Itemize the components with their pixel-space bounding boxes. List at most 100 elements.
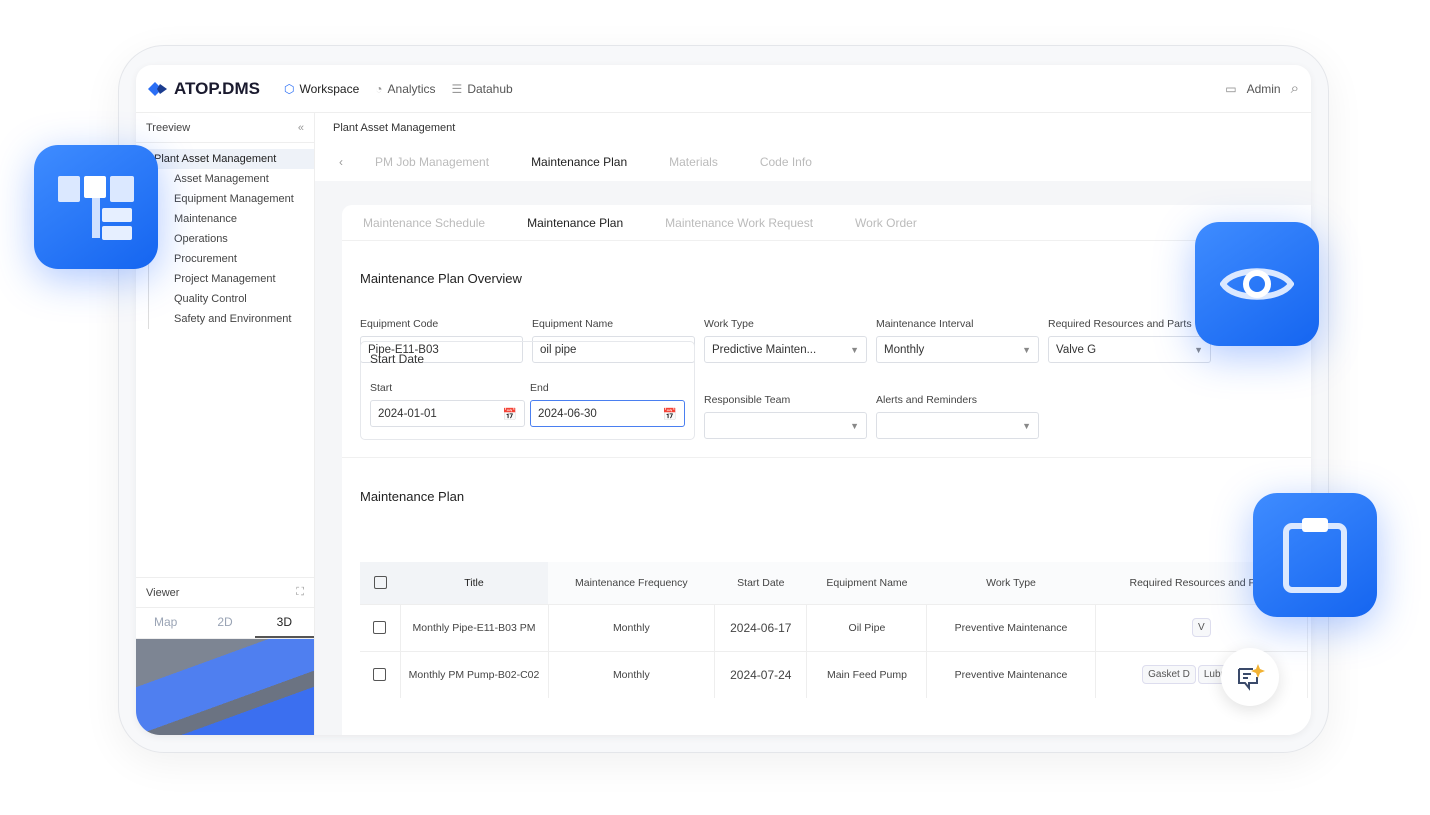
field-label: Responsible Team bbox=[704, 394, 791, 406]
field-label: Start bbox=[370, 382, 393, 394]
main-content: Plant Asset Management ‹ PM Job Manageme… bbox=[315, 113, 1311, 735]
eye-icon bbox=[1195, 222, 1319, 346]
tree-item[interactable]: Maintenance bbox=[148, 209, 314, 229]
tab-pm-job[interactable]: PM Job Management bbox=[375, 155, 489, 169]
cell-title: Monthly PM Pump-B02-C02 bbox=[400, 650, 549, 698]
field-label: Equipment Code bbox=[360, 318, 439, 330]
input-value: 2024-01-01 bbox=[378, 407, 437, 420]
tree-item[interactable]: Safety and Environment bbox=[148, 309, 314, 329]
field-label: Equipment Name bbox=[532, 318, 614, 330]
chevron-down-icon: ▼ bbox=[850, 420, 859, 431]
cell-equipment: Oil Pipe bbox=[806, 603, 928, 651]
col-work-type[interactable]: Work Type bbox=[926, 562, 1096, 604]
ai-chat-button[interactable] bbox=[1221, 648, 1279, 706]
nav-datahub[interactable]: ☰ Datahub bbox=[452, 82, 513, 96]
table-row[interactable]: Monthly Pipe-E11-B03 PM Monthly 2024-06-… bbox=[360, 603, 1309, 651]
select-value: Valve G bbox=[1056, 343, 1097, 356]
nav-analytics[interactable]: ◔ Analytics bbox=[375, 82, 435, 96]
subtab-work-request[interactable]: Maintenance Work Request bbox=[665, 216, 813, 230]
calendar-icon[interactable]: 📅 bbox=[663, 407, 677, 421]
team-field: Responsible Team ▼ bbox=[704, 394, 867, 439]
table-row[interactable]: Monthly PM Pump-B02-C02 Monthly 2024-07-… bbox=[360, 650, 1309, 698]
plan-table: Title Maintenance Frequency Start Date E… bbox=[360, 562, 1309, 698]
part-tag: Gasket D bbox=[1142, 665, 1196, 685]
ai-chat-icon bbox=[1238, 664, 1265, 691]
work-type-select[interactable]: Predictive Mainten... ▼ bbox=[704, 336, 867, 363]
row-checkbox[interactable] bbox=[373, 668, 387, 682]
alerts-select[interactable]: ▼ bbox=[876, 412, 1039, 439]
cell-start-date: 2024-07-24 bbox=[714, 650, 808, 698]
breadcrumb: Plant Asset Management bbox=[315, 113, 1311, 143]
back-chevron-icon[interactable]: ‹ bbox=[339, 155, 343, 169]
field-label: End bbox=[530, 382, 549, 394]
viewer-tab-2d[interactable]: 2D bbox=[195, 608, 254, 638]
tree-item[interactable]: Procurement bbox=[148, 249, 314, 269]
tree-item[interactable]: Quality Control bbox=[148, 289, 314, 309]
tree-item[interactable]: Equipment Management bbox=[148, 189, 314, 209]
nav-workspace[interactable]: ⬡ Workspace bbox=[284, 82, 359, 96]
col-title[interactable]: Title bbox=[400, 562, 548, 604]
cube-icon: ⬡ bbox=[283, 81, 295, 96]
tab-materials[interactable]: Materials bbox=[669, 155, 718, 169]
select-all-checkbox[interactable] bbox=[373, 576, 387, 590]
resources-select[interactable]: Valve G ▼ bbox=[1048, 336, 1211, 363]
work-type-field: Work Type Predictive Mainten... ▼ bbox=[704, 318, 867, 363]
nav-label: Analytics bbox=[387, 81, 436, 96]
search-icon[interactable]: ⌕ bbox=[1291, 80, 1299, 97]
cell-frequency: Monthly bbox=[548, 603, 716, 651]
subtab-plan[interactable]: Maintenance Plan bbox=[527, 216, 623, 230]
field-label: Required Resources and Parts bbox=[1048, 318, 1192, 330]
start-date-input[interactable]: 2024-01-01 📅 bbox=[370, 400, 525, 427]
app-window: ATOP.DMS ⬡ Workspace ◔ Analytics ☰ Datahub … bbox=[136, 65, 1311, 735]
field-label: Alerts and Reminders bbox=[876, 394, 977, 406]
tree-root[interactable]: Plant Asset Management bbox=[136, 149, 314, 169]
subtab-work-order[interactable]: Work Order bbox=[855, 216, 917, 230]
content-card: Maintenance Schedule Maintenance Plan Ma… bbox=[342, 205, 1311, 735]
col-equipment[interactable]: Equipment Name bbox=[806, 562, 927, 604]
select-value: Predictive Mainten... bbox=[712, 343, 817, 356]
tab-maintenance-plan[interactable]: Maintenance Plan bbox=[531, 155, 627, 169]
overview-title: Maintenance Plan Overview bbox=[360, 271, 522, 286]
start-date-title: Start Date bbox=[370, 352, 425, 366]
start-date-group: Start Date Start 2024-01-01 📅 End 2024-06-3… bbox=[360, 341, 695, 440]
alerts-field: Alerts and Reminders ▼ bbox=[876, 394, 1039, 439]
sidebar: Treeview « Plant Asset Management Asset M… bbox=[136, 113, 315, 735]
interval-select[interactable]: Monthly ▼ bbox=[876, 336, 1039, 363]
3d-model-view[interactable] bbox=[136, 639, 314, 735]
user-menu[interactable]: Admin bbox=[1247, 82, 1281, 96]
viewer-tab-3d[interactable]: 3D bbox=[254, 608, 314, 638]
treeview-title: Treeview bbox=[146, 121, 191, 134]
calendar-icon[interactable]: 📅 bbox=[503, 407, 517, 421]
nav-label: Workspace bbox=[299, 81, 360, 96]
select-value: Monthly bbox=[884, 343, 925, 356]
viewer-tab-map[interactable]: Map bbox=[136, 608, 195, 638]
tab-code-info[interactable]: Code Info bbox=[760, 155, 812, 169]
cell-work-type: Preventive Maintenance bbox=[926, 603, 1096, 651]
pie-chart-icon: ◔ bbox=[375, 81, 383, 96]
collapse-icon[interactable]: « bbox=[298, 122, 304, 134]
logo-text: ATOP.DMS bbox=[174, 78, 260, 98]
viewer-title: Viewer bbox=[146, 586, 180, 599]
viewer-panel: Viewer ⛶ Map 2D 3D bbox=[136, 577, 314, 735]
cell-work-type: Preventive Maintenance bbox=[926, 650, 1096, 698]
tree-item[interactable]: Operations bbox=[148, 229, 314, 249]
team-select[interactable]: ▼ bbox=[704, 412, 867, 439]
user-icon: ▭ bbox=[1225, 81, 1237, 96]
tree-structure-icon bbox=[34, 145, 158, 269]
database-icon: ☰ bbox=[451, 81, 463, 96]
chevron-down-icon: ▼ bbox=[1022, 344, 1031, 355]
nav-label: Datahub bbox=[467, 81, 513, 96]
end-date-input[interactable]: 2024-06-30 📅 bbox=[530, 400, 685, 427]
col-start-date[interactable]: Start Date bbox=[714, 562, 807, 604]
col-frequency[interactable]: Maintenance Frequency bbox=[548, 562, 715, 604]
top-bar: ATOP.DMS ⬡ Workspace ◔ Analytics ☰ Datahub … bbox=[136, 65, 1311, 113]
tree-item[interactable]: Project Management bbox=[148, 269, 314, 289]
part-tag: V bbox=[1191, 618, 1211, 637]
subtab-schedule[interactable]: Maintenance Schedule bbox=[363, 216, 485, 230]
fullscreen-icon[interactable]: ⛶ bbox=[296, 586, 304, 599]
tree-item[interactable]: Asset Management bbox=[148, 169, 314, 189]
cell-title: Monthly Pipe-E11-B03 PM bbox=[400, 603, 549, 651]
row-checkbox[interactable] bbox=[373, 621, 387, 634]
cell-frequency: Monthly bbox=[548, 650, 716, 698]
tree: Plant Asset Management Asset Management … bbox=[136, 143, 314, 329]
